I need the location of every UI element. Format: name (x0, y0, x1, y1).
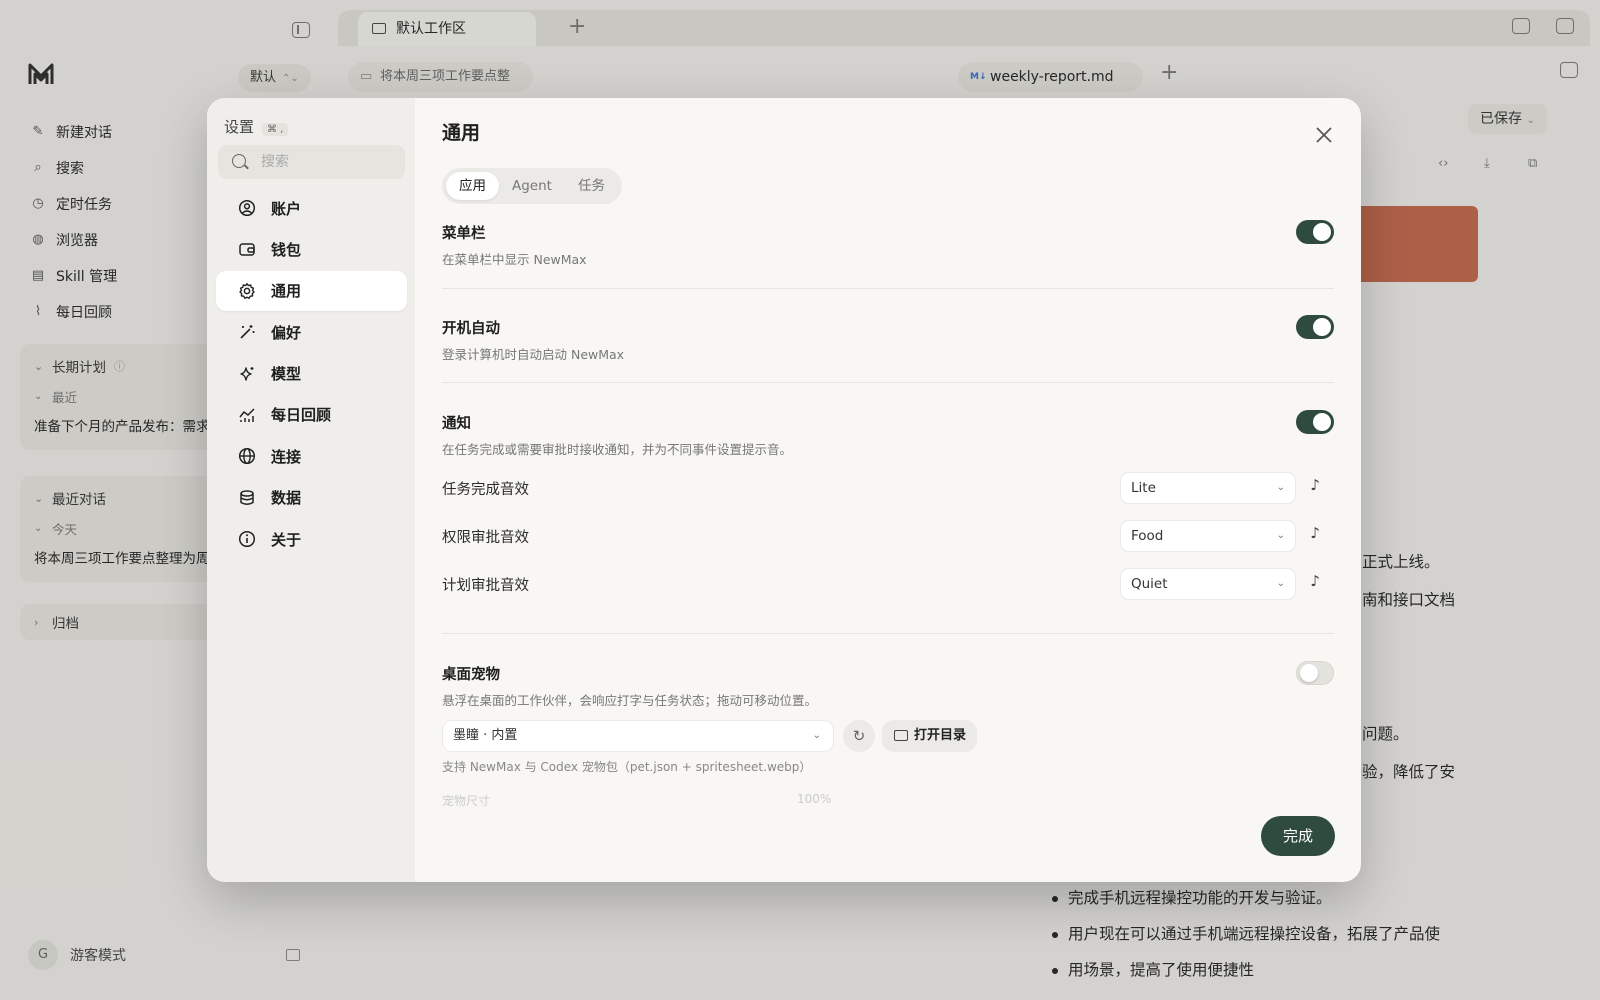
select-value: Food (1131, 528, 1164, 544)
setting-desc: 在菜单栏中显示 NewMax (442, 252, 587, 267)
music-note-icon[interactable]: ♪ (1310, 524, 1320, 542)
autostart-toggle[interactable] (1296, 315, 1334, 339)
sound-select[interactable]: Lite ⌄ (1120, 472, 1296, 504)
sound-label: 计划审批音效 (442, 578, 529, 594)
pet-size-value: 100% (797, 792, 832, 806)
nav-label: 通用 (271, 282, 302, 301)
pet-select[interactable]: 墨瞳 · 内置 ⌄ (442, 720, 834, 752)
nav-label: 账户 (271, 199, 302, 218)
search-placeholder: 搜索 (261, 154, 289, 170)
sparkle-icon (240, 366, 254, 381)
magic-wand-icon (240, 325, 255, 339)
account-icon (238, 199, 256, 217)
sound-label: 任务完成音效 (442, 482, 529, 498)
nav-label: 关于 (271, 530, 302, 549)
settings-nav-models[interactable]: 模型 (216, 354, 407, 394)
sound-row-plan: 计划审批音效 Quiet ⌄ ♪ (442, 568, 1334, 600)
chevron-down-icon: ⌄ (1276, 578, 1285, 589)
setting-desc: 悬浮在桌面的工作伙伴，会响应打字与任务状态；拖动可移动位置。 (442, 693, 818, 708)
sound-row-permission: 权限审批音效 Food ⌄ ♪ (442, 520, 1334, 552)
sound-row-task-complete: 任务完成音效 Lite ⌄ ♪ (442, 472, 1334, 504)
gear-icon (239, 282, 255, 299)
settings-nav-daily-review[interactable]: 每日回顾 (216, 395, 407, 435)
chevron-down-icon: ⌄ (1276, 530, 1285, 541)
info-icon (238, 531, 256, 548)
setting-desc: 在任务完成或需要审批时接收通知，并为不同事件设置提示音。 (442, 442, 793, 457)
button-label: 打开目录 (914, 728, 967, 743)
setting-title: 通知 (442, 416, 471, 432)
globe-icon (238, 448, 256, 465)
panel-heading: 通用 (442, 122, 481, 144)
tab-app[interactable]: 应用 (446, 172, 499, 200)
settings-nav-data[interactable]: 数据 (216, 478, 407, 518)
music-note-icon[interactable]: ♪ (1310, 476, 1320, 494)
setting-desc: 登录计算机时自动启动 NewMax (442, 347, 625, 362)
pet-size-row: 宠物尺寸 100% (442, 792, 842, 806)
settings-nav-account[interactable]: 账户 (216, 188, 407, 228)
settings-nav-connections[interactable]: 连接 (216, 436, 407, 476)
setting-autostart: 开机自动 登录计算机时自动启动 NewMax (442, 315, 1334, 363)
nav-label: 模型 (271, 365, 302, 384)
settings-nav-preferences[interactable]: 偏好 (216, 312, 407, 352)
settings-title: 设置 ⌘ , (224, 116, 289, 137)
sound-select[interactable]: Food ⌄ (1120, 520, 1296, 552)
settings-modal: 设置 ⌘ , 搜索 账户 钱包 通用 偏好 模型 每日回顾 连接 数据 关于 通… (207, 98, 1361, 882)
sound-label: 权限审批音效 (442, 530, 529, 546)
settings-sidebar: 设置 ⌘ , 搜索 账户 钱包 通用 偏好 模型 每日回顾 连接 数据 关于 (207, 98, 415, 882)
settings-nav: 账户 钱包 通用 偏好 模型 每日回顾 连接 数据 关于 (216, 188, 407, 561)
setting-notifications: 通知 在任务完成或需要审批时接收通知，并为不同事件设置提示音。 (442, 410, 1334, 458)
settings-panel: 通用 应用 Agent 任务 菜单栏 在菜单栏中显示 NewMax 开机自动 登… (415, 98, 1361, 882)
setting-menubar: 菜单栏 在菜单栏中显示 NewMax (442, 220, 1334, 268)
nav-label: 每日回顾 (271, 406, 332, 425)
wallet-icon (239, 243, 255, 257)
chart-icon (239, 408, 255, 422)
pet-size-label: 宠物尺寸 (442, 794, 491, 806)
settings-nav-general[interactable]: 通用 (216, 270, 407, 311)
settings-nav-about[interactable]: 关于 (216, 519, 407, 559)
database-icon (240, 489, 254, 505)
divider (442, 633, 1334, 634)
folder-icon (894, 730, 908, 741)
select-value: 墨瞳 · 内置 (453, 728, 518, 743)
panel-tabs: 应用 Agent 任务 (442, 168, 622, 204)
settings-nav-wallet[interactable]: 钱包 (216, 229, 407, 269)
nav-label: 钱包 (271, 240, 302, 259)
tab-agent[interactable]: Agent (499, 172, 565, 200)
menubar-toggle[interactable] (1296, 220, 1334, 244)
settings-search-input[interactable]: 搜索 (218, 145, 405, 179)
shortcut-badge: ⌘ , (262, 123, 289, 136)
select-value: Lite (1131, 480, 1156, 496)
settings-title-text: 设置 (224, 118, 255, 136)
search-icon (232, 154, 246, 168)
chevron-down-icon: ⌄ (812, 730, 821, 741)
nav-label: 偏好 (271, 323, 302, 342)
desktop-pet-toggle[interactable] (1296, 661, 1334, 685)
nav-label: 数据 (271, 489, 302, 508)
setting-desktop-pet: 桌面宠物 悬浮在桌面的工作伙伴，会响应打字与任务状态；拖动可移动位置。 (442, 661, 1334, 709)
sound-select[interactable]: Quiet ⌄ (1120, 568, 1296, 600)
divider (442, 288, 1334, 289)
setting-title: 桌面宠物 (442, 667, 500, 683)
divider (442, 382, 1334, 383)
nav-label: 连接 (271, 447, 302, 466)
refresh-button[interactable]: ↻ (843, 720, 875, 752)
setting-title: 开机自动 (442, 321, 500, 337)
chevron-down-icon: ⌄ (1276, 482, 1285, 493)
close-icon[interactable] (1315, 126, 1333, 144)
refresh-icon: ↻ (852, 727, 866, 745)
tab-tasks[interactable]: 任务 (565, 172, 618, 200)
notifications-toggle[interactable] (1296, 410, 1334, 434)
music-note-icon[interactable]: ♪ (1310, 572, 1320, 590)
pet-help-text: 支持 NewMax 与 Codex 宠物包（pet.json + sprites… (442, 760, 812, 774)
setting-title: 菜单栏 (442, 226, 486, 242)
select-value: Quiet (1131, 576, 1168, 592)
open-directory-button[interactable]: 打开目录 (882, 720, 978, 752)
done-button[interactable]: 完成 (1261, 816, 1335, 856)
